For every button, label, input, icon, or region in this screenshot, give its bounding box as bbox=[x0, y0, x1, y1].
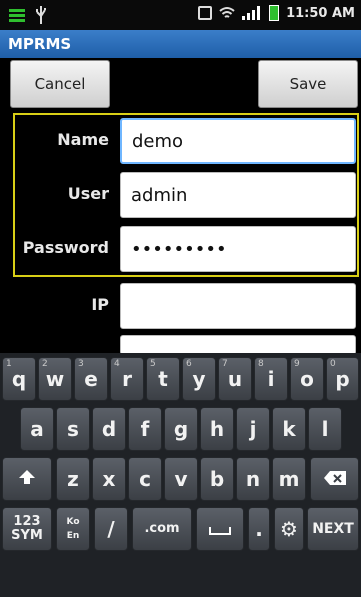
key-m[interactable]: m bbox=[272, 457, 306, 501]
slash-key[interactable]: / bbox=[94, 507, 128, 551]
key-r[interactable]: 4r bbox=[110, 357, 144, 401]
notification-icon bbox=[8, 7, 26, 27]
key-b[interactable]: b bbox=[200, 457, 234, 501]
ip-input[interactable] bbox=[120, 283, 356, 329]
key-j[interactable]: j bbox=[236, 407, 270, 451]
key-t[interactable]: 5t bbox=[146, 357, 180, 401]
sym-key[interactable]: 123 SYM bbox=[2, 507, 52, 551]
keyboard-row-2: a s d f g h j k l bbox=[0, 407, 361, 455]
backspace-icon bbox=[323, 467, 347, 491]
next-key[interactable]: NEXT bbox=[307, 507, 359, 551]
wifi-icon bbox=[219, 6, 235, 20]
action-bar: Cancel Save bbox=[0, 60, 361, 114]
user-input[interactable] bbox=[120, 172, 356, 218]
password-label: Password bbox=[22, 238, 109, 257]
period-key[interactable]: . bbox=[248, 507, 270, 551]
key-y[interactable]: 6y bbox=[182, 357, 216, 401]
key-f[interactable]: f bbox=[128, 407, 162, 451]
key-c[interactable]: c bbox=[128, 457, 162, 501]
name-row: Name bbox=[0, 118, 361, 164]
space-icon bbox=[209, 517, 231, 541]
cancel-button[interactable]: Cancel bbox=[10, 60, 110, 108]
key-w[interactable]: 2w bbox=[38, 357, 72, 401]
settings-key[interactable]: ⚙ bbox=[274, 507, 304, 551]
user-label: User bbox=[67, 184, 109, 203]
key-k[interactable]: k bbox=[272, 407, 306, 451]
key-v[interactable]: v bbox=[164, 457, 198, 501]
keyboard-row-1: 1q 2w 3e 4r 5t 6y 7u 8i 9o 0p bbox=[0, 357, 361, 405]
shift-icon bbox=[18, 467, 36, 491]
soft-keyboard: 1q 2w 3e 4r 5t 6y 7u 8i 9o 0p a s d f g … bbox=[0, 353, 361, 597]
user-row: User bbox=[0, 172, 361, 218]
key-d[interactable]: d bbox=[92, 407, 126, 451]
key-i[interactable]: 8i bbox=[254, 357, 288, 401]
key-p[interactable]: 0p bbox=[326, 357, 359, 401]
key-n[interactable]: n bbox=[236, 457, 270, 501]
key-g[interactable]: g bbox=[164, 407, 198, 451]
ip-row: IP bbox=[0, 283, 361, 329]
password-row: Password bbox=[0, 226, 361, 272]
next-input[interactable] bbox=[120, 335, 356, 355]
name-label: Name bbox=[57, 130, 109, 149]
app-title: MPRMS bbox=[0, 30, 361, 58]
key-q[interactable]: 1q bbox=[2, 357, 36, 401]
name-input[interactable] bbox=[120, 118, 356, 164]
key-s[interactable]: s bbox=[56, 407, 90, 451]
key-a[interactable]: a bbox=[20, 407, 54, 451]
signal-icon bbox=[242, 6, 262, 20]
battery-icon bbox=[269, 5, 280, 21]
keyboard-row-4: 123 SYM Ko En / .com . ⚙ NEXT bbox=[0, 507, 361, 555]
status-time: 11:50 AM bbox=[286, 5, 355, 21]
vibrate-icon bbox=[198, 6, 213, 20]
shift-key[interactable] bbox=[2, 457, 52, 501]
usb-icon bbox=[34, 6, 48, 28]
password-input[interactable] bbox=[120, 226, 356, 272]
gear-icon: ⚙ bbox=[280, 517, 298, 541]
key-z[interactable]: z bbox=[56, 457, 90, 501]
keyboard-row-3: z x c v b n m bbox=[0, 457, 361, 505]
language-key[interactable]: Ko En bbox=[56, 507, 90, 551]
backspace-key[interactable] bbox=[310, 457, 359, 501]
save-button[interactable]: Save bbox=[258, 60, 358, 108]
status-bar: 11:50 AM bbox=[0, 0, 361, 30]
dotcom-key[interactable]: .com bbox=[132, 507, 192, 551]
key-u[interactable]: 7u bbox=[218, 357, 252, 401]
key-o[interactable]: 9o bbox=[290, 357, 324, 401]
key-x[interactable]: x bbox=[92, 457, 126, 501]
key-h[interactable]: h bbox=[200, 407, 234, 451]
ip-label: IP bbox=[91, 295, 109, 314]
space-key[interactable] bbox=[196, 507, 244, 551]
key-l[interactable]: l bbox=[308, 407, 342, 451]
key-e[interactable]: 3e bbox=[74, 357, 108, 401]
